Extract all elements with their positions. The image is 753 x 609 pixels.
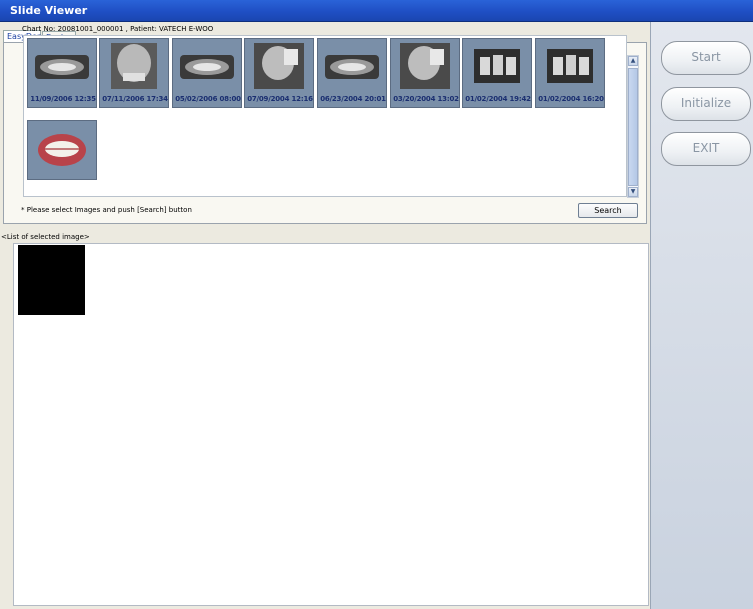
thumbnail-date: 03/20/2004 13:02 [393, 95, 459, 103]
thumbnail-date: 07/11/2006 17:34 [102, 95, 168, 103]
thumbnail-date: 05/02/2006 08:00 [175, 95, 241, 103]
panoramic-xray-image [33, 43, 91, 89]
intraoral-xray-image [541, 43, 599, 89]
thumbnail-date: 01/02/2004 19:42 [465, 95, 531, 103]
thumbnail-item[interactable]: 07/09/2004 12:16 [244, 38, 314, 108]
instruction-text: * Please select Images and push [Search]… [21, 206, 192, 214]
selected-list-label: <List of selected image> [1, 233, 90, 241]
thumbnail-item[interactable] [27, 120, 97, 180]
title-bar: Slide Viewer [0, 0, 753, 22]
selected-image[interactable] [18, 245, 85, 315]
thumbnail-date: 06/23/2004 20:01 [320, 95, 386, 103]
thumbnail-item[interactable]: 07/11/2006 17:34 [99, 38, 169, 108]
thumbnail-item[interactable]: 01/02/2004 19:42 [462, 38, 532, 108]
thumbnail-item[interactable]: 05/02/2006 08:00 [172, 38, 242, 108]
thumbnail-date: 01/02/2004 16:20 [538, 95, 604, 103]
thumbnail-grid: 11/09/2006 12:35 07/11/2006 17:34 05/02/… [23, 35, 627, 197]
thumbnail-scrollbar[interactable]: ▲ ▼ [627, 55, 639, 198]
intraoral-xray-image [468, 43, 526, 89]
thumbnail-date: 11/09/2006 12:35 [30, 95, 96, 103]
lateral-ceph-xray-image [250, 43, 308, 89]
start-button[interactable]: Start [661, 41, 751, 75]
search-button[interactable]: Search [578, 203, 638, 218]
right-panel: Start Initialize EXIT [650, 22, 753, 609]
exit-button[interactable]: EXIT [661, 132, 751, 166]
thumbnail-item[interactable]: 06/23/2004 20:01 [317, 38, 387, 108]
patient-info: Chart No: 20081001_000001 , Patient: VAT… [22, 25, 214, 33]
scrollbar-thumb[interactable] [628, 68, 638, 186]
thumbnail-item[interactable]: 01/02/2004 16:20 [535, 38, 605, 108]
window-title: Slide Viewer [10, 4, 88, 17]
scroll-down-icon[interactable]: ▼ [628, 187, 638, 197]
intraoral-photo-image [33, 127, 91, 173]
panoramic-xray-image [178, 43, 236, 89]
pa-ceph-xray-image [105, 43, 163, 89]
panoramic-xray-image [323, 43, 381, 89]
scroll-up-icon[interactable]: ▲ [628, 56, 638, 66]
lateral-ceph-xray-image [396, 43, 454, 89]
thumbnail-item[interactable]: 03/20/2004 13:02 [390, 38, 460, 108]
thumbnail-item[interactable]: 11/09/2006 12:35 [27, 38, 97, 108]
thumbnail-date: 07/09/2004 12:16 [247, 95, 313, 103]
selected-image-list [13, 243, 649, 606]
initialize-button[interactable]: Initialize [661, 87, 751, 121]
